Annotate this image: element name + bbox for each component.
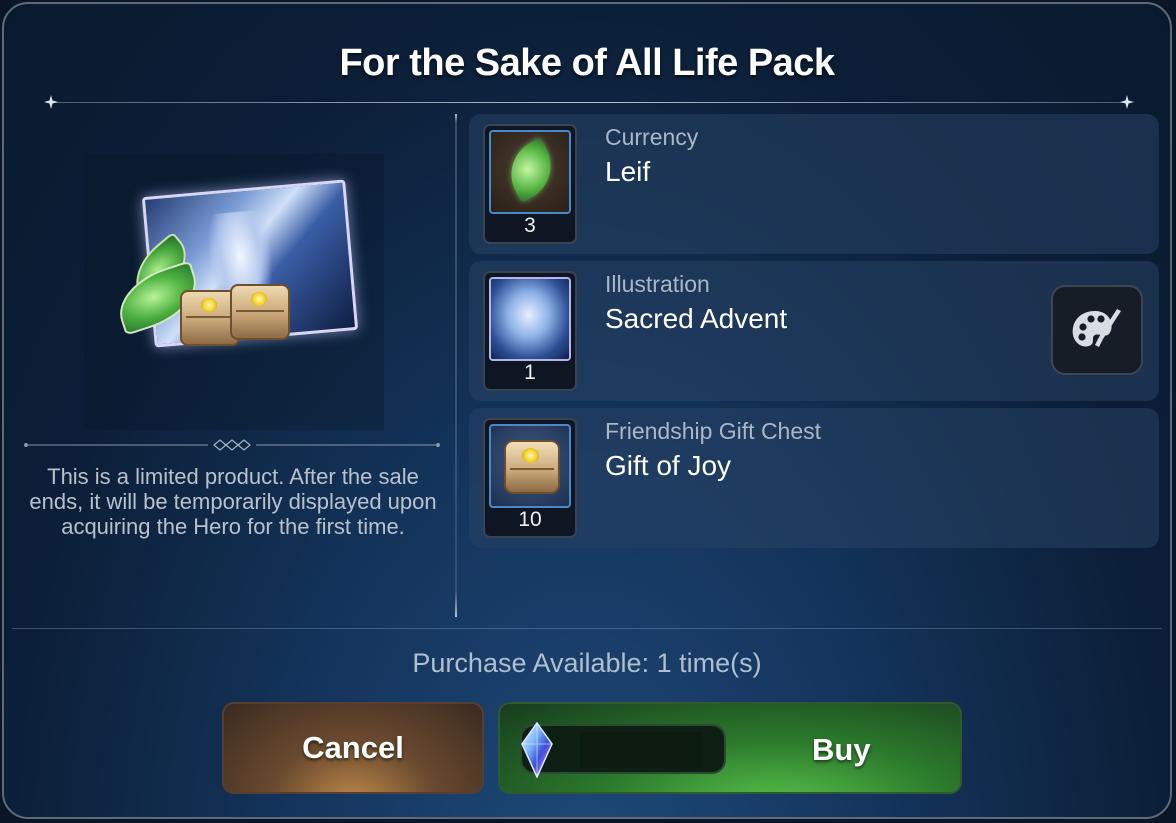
item-count: 10	[518, 508, 542, 531]
cancel-button[interactable]: Cancel	[222, 702, 484, 794]
item-name: Gift of Joy	[605, 450, 732, 481]
title-divider	[52, 102, 1122, 103]
vertical-divider	[455, 114, 457, 617]
item-image	[489, 130, 571, 214]
crystal-gem-icon	[521, 722, 553, 778]
reward-item-gift-chest: 10 Friendship Gift Chest Gift of Joy	[469, 408, 1159, 548]
item-type: Illustration	[605, 271, 710, 297]
item-type: Currency	[605, 124, 699, 150]
item-slot[interactable]: 1	[483, 271, 577, 391]
pack-preview-panel: This is a limited product. After the sal…	[18, 114, 448, 619]
item-count: 1	[524, 361, 536, 384]
ornament-divider	[22, 439, 442, 451]
chest-decoration	[230, 284, 290, 340]
buy-button[interactable]: Buy	[498, 702, 962, 794]
item-slot[interactable]: 10	[483, 418, 577, 538]
chest-icon	[504, 440, 560, 494]
reward-item-currency: 3 Currency Leif	[469, 114, 1159, 254]
item-slot[interactable]: 3	[483, 124, 577, 244]
palette-icon	[1072, 309, 1121, 347]
purchase-dialog: For the Sake of All Life Pack This is a …	[2, 2, 1172, 819]
cancel-label: Cancel	[302, 730, 404, 765]
buy-label: Buy	[812, 732, 871, 767]
dialog-title: For the Sake of All Life Pack	[339, 42, 835, 84]
sparkle-right-icon	[1120, 95, 1134, 109]
purchase-availability: Purchase Available: 1 time(s)	[412, 648, 762, 678]
item-name: Sacred Advent	[605, 303, 788, 334]
price-value-redacted	[580, 732, 702, 768]
reward-item-illustration: 1 Illustration Sacred Advent	[469, 261, 1159, 401]
preview-illustration-button[interactable]	[1051, 285, 1143, 375]
item-count: 3	[524, 214, 536, 237]
item-name: Leif	[605, 156, 651, 187]
reward-list: 3 Currency Leif 1 Illustration Sacred Ad…	[469, 114, 1159, 555]
leaf-icon	[498, 137, 564, 203]
item-type: Friendship Gift Chest	[605, 418, 822, 444]
illustration-icon	[491, 279, 569, 359]
item-image	[489, 424, 571, 508]
pack-art	[108, 172, 368, 372]
item-image	[489, 277, 571, 361]
sparkle-left-icon	[44, 95, 58, 109]
footer-divider	[12, 628, 1162, 629]
pack-description: This is a limited product. After the sal…	[29, 464, 437, 539]
